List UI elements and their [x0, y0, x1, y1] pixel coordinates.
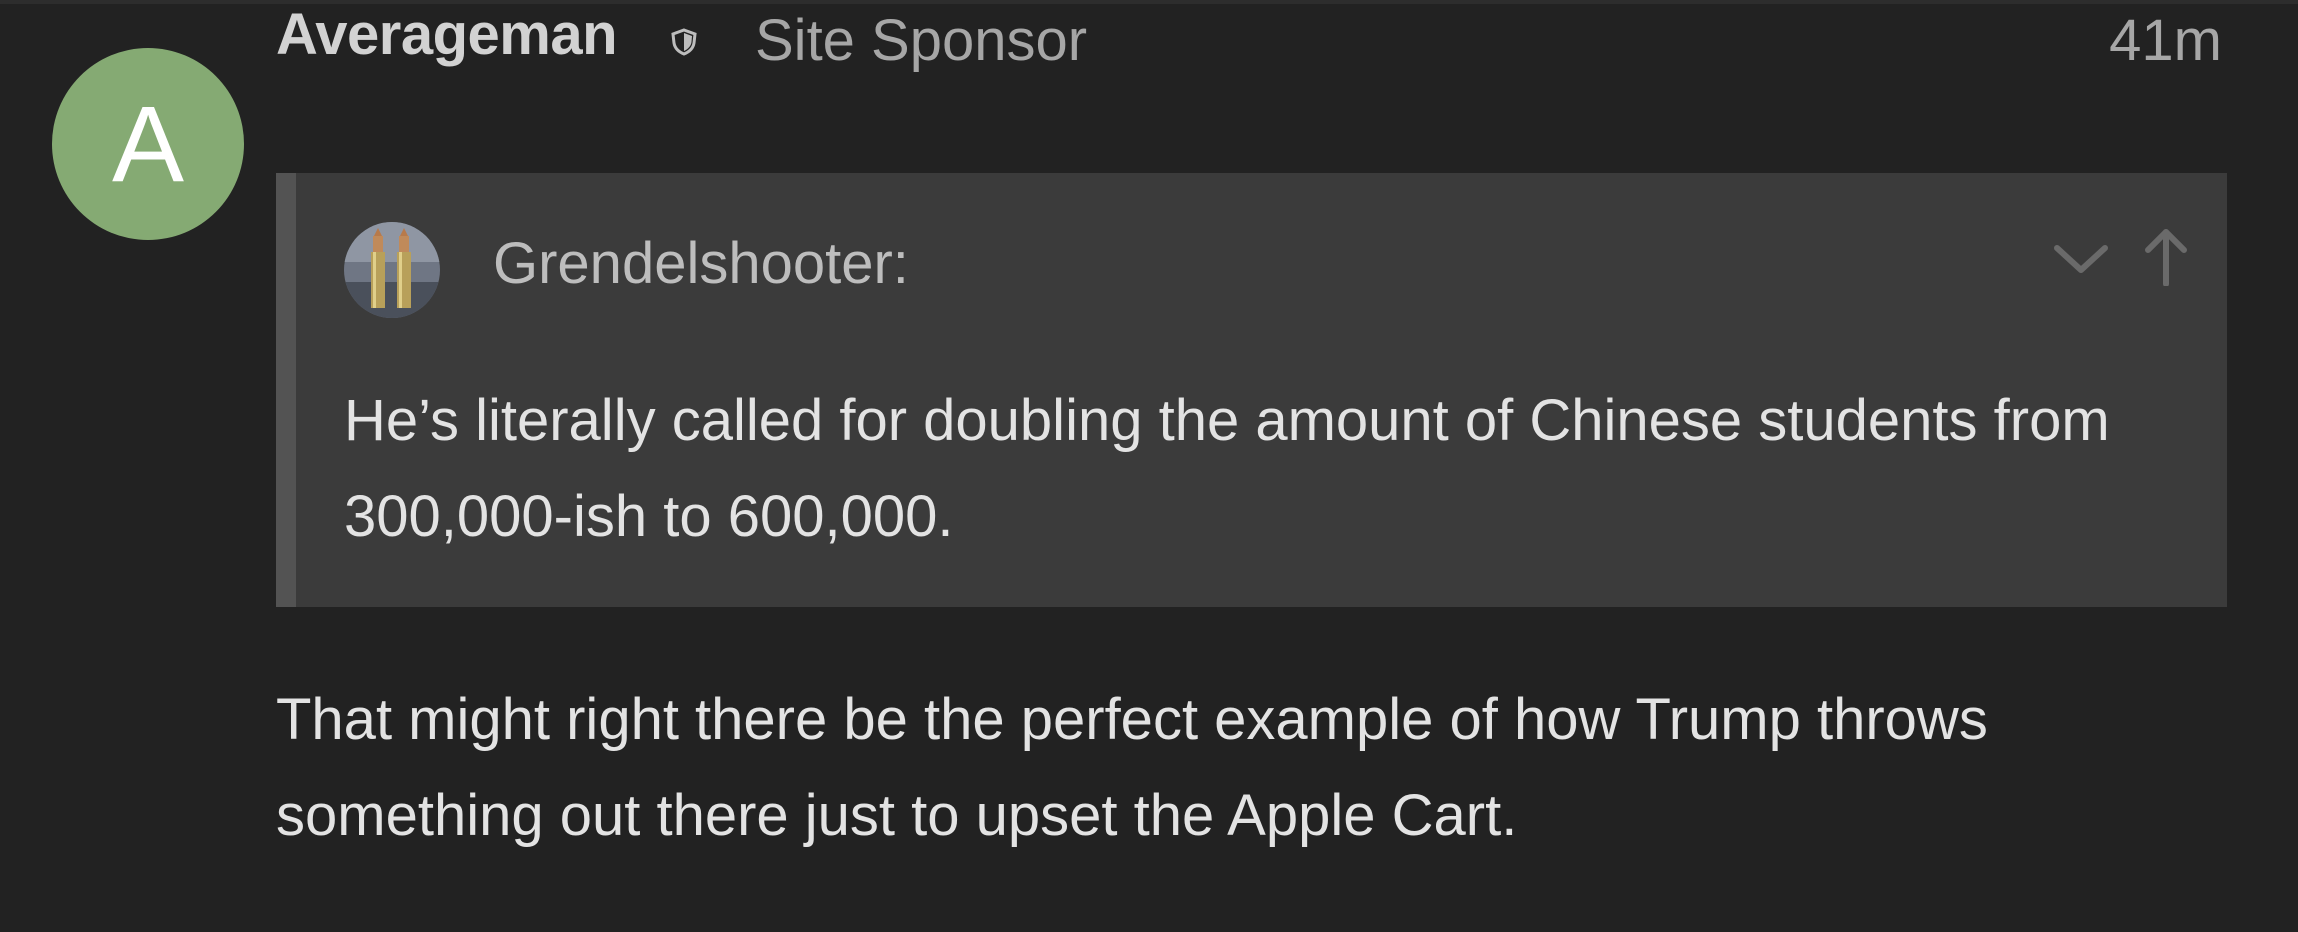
quoted-user-avatar[interactable]: [344, 222, 440, 318]
user-title: Site Sponsor: [755, 8, 1088, 73]
arrow-up-icon[interactable]: [2136, 226, 2196, 286]
rifle-cartridges-avatar: [344, 222, 440, 318]
post-body: That might right there be the perfect ex…: [276, 687, 1988, 848]
shield-icon: [671, 28, 697, 56]
quote-block: Grendelshooter: He’s literally called fo…: [276, 173, 2227, 607]
avatar-letter: A: [111, 83, 185, 204]
user-avatar[interactable]: A: [52, 48, 244, 240]
chevron-down-icon[interactable]: [2051, 226, 2111, 286]
quoted-username[interactable]: Grendelshooter:: [493, 231, 909, 297]
post-timestamp[interactable]: 41m: [2109, 8, 2222, 74]
quote-text: He’s literally called for doubling the a…: [344, 388, 2110, 549]
username[interactable]: Averageman: [276, 2, 618, 68]
